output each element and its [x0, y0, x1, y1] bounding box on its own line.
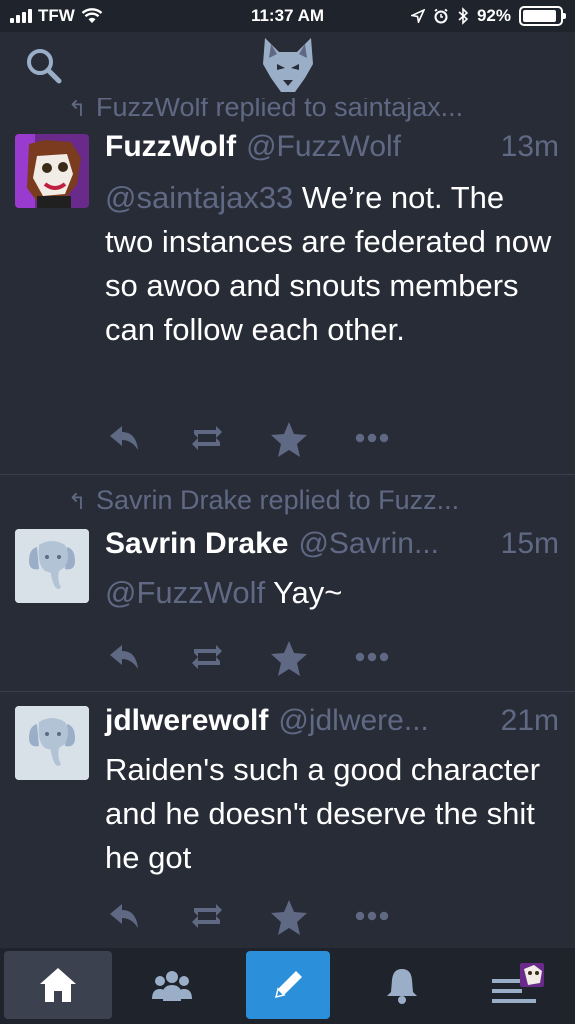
- more-icon[interactable]: [352, 420, 392, 460]
- status-text: Yay~: [265, 575, 343, 610]
- default-elephant-avatar-icon: [15, 529, 89, 603]
- status-text: Raiden's such a good character and he do…: [105, 752, 541, 875]
- status-actions: [106, 420, 406, 460]
- compose-icon: [274, 971, 302, 999]
- reply-indicator[interactable]: ↰ Savrin Drake replied to Fuzz...: [68, 485, 459, 516]
- status-time[interactable]: 21m: [501, 704, 559, 738]
- reply-icon[interactable]: [106, 898, 146, 938]
- status-card[interactable]: jdlwerewolf @jdlwere... 21m Raiden's suc…: [0, 692, 575, 948]
- tab-notifications[interactable]: [348, 951, 456, 1019]
- wolf-logo-icon[interactable]: [257, 34, 319, 96]
- status-bar: TFW 11:37 AM 92%: [0, 0, 575, 32]
- tab-home[interactable]: [4, 951, 112, 1019]
- status-time[interactable]: 15m: [501, 527, 559, 561]
- reply-indicator[interactable]: ↰ FuzzWolf replied to saintajax...: [68, 98, 463, 123]
- tab-bar: [0, 948, 575, 1024]
- tab-menu[interactable]: [464, 951, 572, 1019]
- more-icon[interactable]: [352, 639, 392, 679]
- status-actions: [106, 898, 406, 938]
- account-handle[interactable]: @Savrin...: [298, 527, 492, 561]
- reply-small-icon: ↰: [68, 489, 87, 514]
- tab-local[interactable]: [118, 951, 226, 1019]
- search-icon[interactable]: [24, 46, 64, 86]
- battery-icon: [519, 6, 566, 26]
- battery-percent: 92%: [476, 6, 511, 25]
- reply-icon[interactable]: [106, 420, 146, 460]
- favourite-icon[interactable]: [269, 639, 309, 679]
- display-name[interactable]: jdlwerewolf: [105, 704, 268, 738]
- more-icon[interactable]: [352, 898, 392, 938]
- bell-icon: [387, 969, 417, 1004]
- mention-link[interactable]: @saintajax33: [105, 180, 293, 215]
- home-icon: [40, 968, 76, 1002]
- display-name[interactable]: FuzzWolf: [105, 130, 236, 164]
- status-card[interactable]: ↰ Savrin Drake replied to Fuzz... Savrin …: [0, 475, 575, 692]
- boost-icon[interactable]: [188, 639, 228, 679]
- favourite-icon[interactable]: [269, 420, 309, 460]
- status-content: @FuzzWolf Yay~: [105, 571, 555, 615]
- display-name[interactable]: Savrin Drake: [105, 527, 288, 561]
- tab-compose[interactable]: [246, 951, 330, 1019]
- fuzzwolf-avatar-icon: [15, 134, 89, 208]
- location-icon: [410, 9, 425, 23]
- timeline[interactable]: ↰ FuzzWolf replied to saintajax... FuzzWo…: [0, 98, 575, 948]
- boost-icon[interactable]: [188, 898, 228, 938]
- reply-icon[interactable]: [106, 639, 146, 679]
- mention-link[interactable]: @FuzzWolf: [105, 575, 265, 610]
- avatar[interactable]: [15, 134, 89, 208]
- default-elephant-avatar-icon: [15, 706, 89, 780]
- avatar[interactable]: [15, 706, 89, 780]
- status-actions: [106, 639, 406, 679]
- bluetooth-icon: [458, 7, 469, 25]
- boost-icon[interactable]: [188, 420, 228, 460]
- status-card[interactable]: ↰ FuzzWolf replied to saintajax... FuzzWo…: [0, 98, 575, 475]
- status-content: Raiden's such a good character and he do…: [105, 748, 555, 880]
- reply-small-icon: ↰: [68, 98, 87, 121]
- account-handle[interactable]: @jdlwere...: [278, 704, 492, 738]
- favourite-icon[interactable]: [269, 898, 309, 938]
- alarm-icon: [434, 8, 448, 24]
- account-handle[interactable]: @FuzzWolf: [246, 130, 493, 164]
- status-time[interactable]: 13m: [501, 130, 559, 164]
- avatar[interactable]: [15, 529, 89, 603]
- people-icon: [152, 971, 192, 1001]
- app-header: [0, 32, 575, 98]
- menu-icon: [492, 963, 544, 1003]
- status-content: @saintajax33 We’re not. The two instance…: [105, 176, 555, 352]
